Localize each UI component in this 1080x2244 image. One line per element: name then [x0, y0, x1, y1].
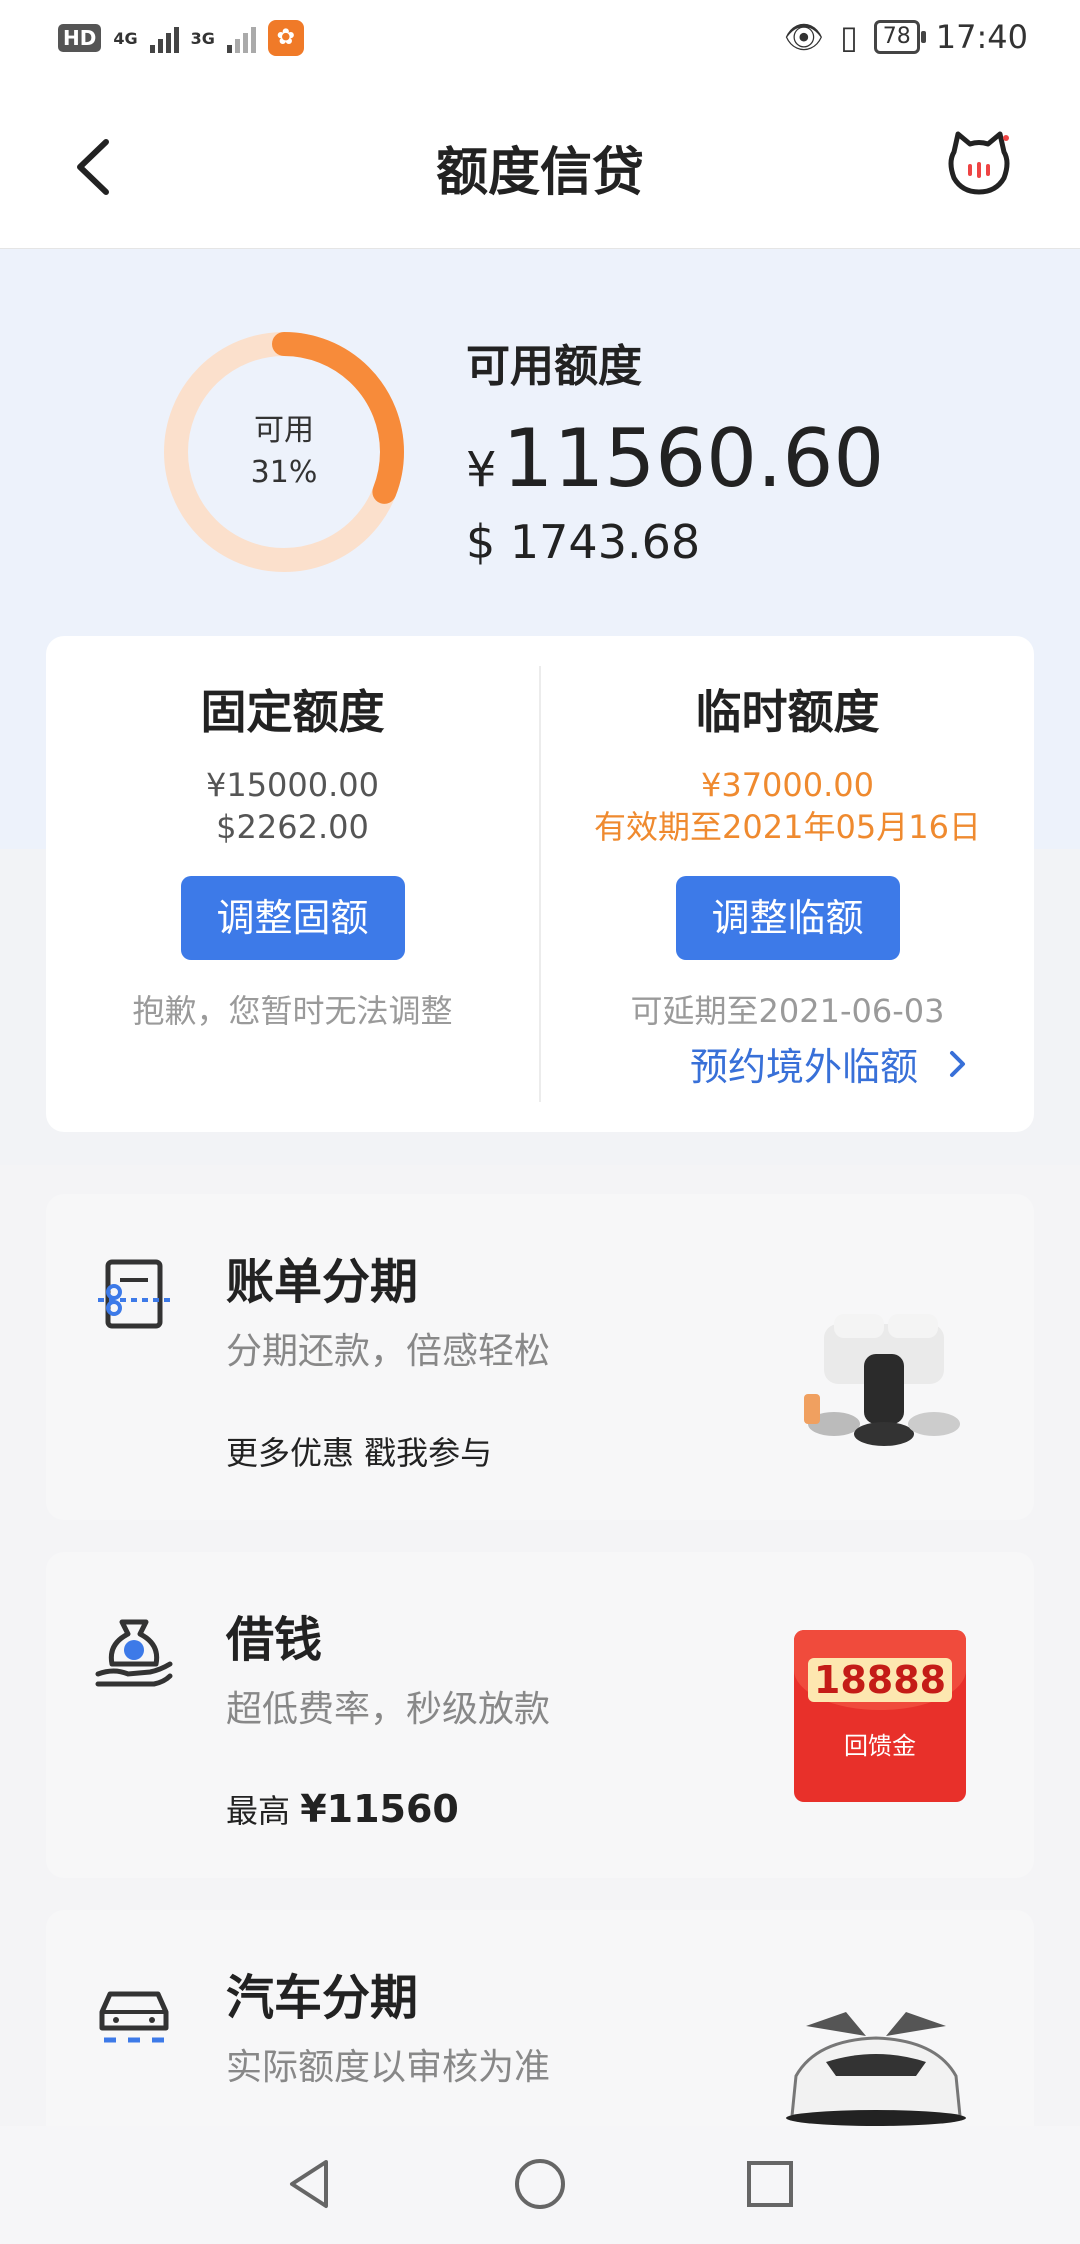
header: 额度信贷 — [0, 82, 1080, 249]
status-left: HD 4G 3G ✿ — [58, 20, 304, 56]
status-bar: HD 4G 3G ✿ 👁 ▯ 78 17:40 — [0, 0, 1080, 82]
overseas-quota-link[interactable]: 预约境外临额 — [690, 1036, 968, 1091]
available-amount-cny: ¥11560.60 — [466, 412, 884, 505]
donut-percent: 31% — [250, 455, 318, 490]
fixed-quota-column: 固定额度 ¥15000.00 $2262.00 调整固额 抱歉，您暂时无法调整 — [46, 636, 539, 1032]
available-amount-value: 11560.60 — [502, 412, 885, 505]
car-icon — [99, 1991, 169, 2043]
nav-home-icon[interactable] — [510, 2154, 570, 2214]
red-envelope-image: 18888 回馈金 — [794, 1630, 966, 1802]
hd-badge: HD — [58, 24, 102, 52]
installment-card[interactable]: 账单分期 分期还款，倍感轻松 更多优惠 戳我参与 — [46, 1194, 1034, 1520]
loan-subtitle: 超低费率，秒级放款 — [226, 1689, 551, 1730]
red-envelope-number: 18888 — [807, 1658, 953, 1702]
network-type-1: 4G — [113, 28, 138, 48]
overseas-quota-link-label: 预约境外临额 — [689, 1045, 918, 1089]
adjust-temp-button[interactable]: 调整临额 — [675, 876, 900, 960]
network-type-2: 3G — [190, 28, 215, 48]
red-envelope-label: 回馈金 — [844, 1732, 916, 1760]
available-label: 可用额度 — [466, 341, 642, 392]
temp-quota-note: 可延期至2021-06-03 — [630, 992, 945, 1030]
battery-icon: 78 — [873, 20, 926, 54]
available-amount-usd: $ 1743.68 — [466, 515, 701, 569]
loan-title: 借钱 — [226, 1612, 323, 1668]
fixed-quota-title: 固定额度 — [200, 685, 385, 739]
temp-quota-column: 临时额度 ¥37000.00 有效期至2021年05月16日 调整临额 可延期至… — [541, 636, 1034, 1032]
adjust-fixed-button[interactable]: 调整固额 — [180, 876, 405, 960]
bill-scissors-icon — [98, 1259, 170, 1329]
signal-icon — [149, 23, 179, 53]
loan-card[interactable]: 借钱 超低费率，秒级放款 最高 ¥11560 18888 回馈金 — [46, 1552, 1034, 1878]
loan-max: 最高 ¥11560 — [226, 1786, 459, 1832]
money-bag-icon — [95, 1619, 173, 1687]
status-right: 👁 ▯ 78 17:40 — [784, 18, 1028, 56]
temp-quota-title: 临时额度 — [695, 685, 880, 739]
temp-quota-cny: ¥37000.00 — [700, 766, 875, 804]
page-title: 额度信贷 — [435, 143, 644, 203]
installment-subtitle: 分期还款，倍感轻松 — [226, 1331, 551, 1372]
chevron-right-icon — [950, 1050, 965, 1077]
fixed-quota-usd: $2262.00 — [216, 808, 369, 846]
loan-max-value: ¥11560 — [300, 1787, 459, 1831]
car-image — [786, 2012, 966, 2126]
car-loan-title: 汽车分期 — [226, 1970, 419, 2026]
home-goods-image — [804, 1314, 960, 1446]
eye-icon: 👁 — [783, 18, 825, 56]
loan-max-prefix: 最高 — [226, 1792, 291, 1830]
vibrate-icon: ▯ — [840, 18, 858, 56]
temp-quota-validity: 有效期至2021年05月16日 — [594, 808, 981, 846]
uc-browser-icon: ✿ — [267, 20, 304, 56]
clock: 17:40 — [935, 18, 1028, 56]
installment-promo: 更多优惠 戳我参与 — [226, 1434, 493, 1472]
fixed-quota-note: 抱歉，您暂时无法调整 — [132, 992, 453, 1030]
fixed-quota-cny: ¥15000.00 — [205, 766, 380, 804]
car-loan-card[interactable]: 汽车分期 实际额度以审核为准 — [46, 1910, 1034, 2126]
cat-mascot-icon — [948, 131, 1010, 195]
nav-recents-icon[interactable] — [740, 2154, 800, 2214]
donut-text: 可用 31% — [162, 410, 406, 494]
nav-back-icon[interactable] — [280, 2154, 340, 2214]
signal-icon-2 — [226, 23, 256, 53]
car-loan-subtitle: 实际额度以审核为准 — [226, 2047, 551, 2088]
system-nav-bar — [0, 2126, 1080, 2244]
yen-symbol: ¥ — [466, 442, 497, 498]
installment-title: 账单分期 — [226, 1254, 419, 1310]
donut-label: 可用 — [254, 413, 314, 448]
mascot-button[interactable] — [944, 128, 1014, 198]
quota-card: 固定额度 ¥15000.00 $2262.00 调整固额 抱歉，您暂时无法调整 … — [46, 636, 1034, 1132]
